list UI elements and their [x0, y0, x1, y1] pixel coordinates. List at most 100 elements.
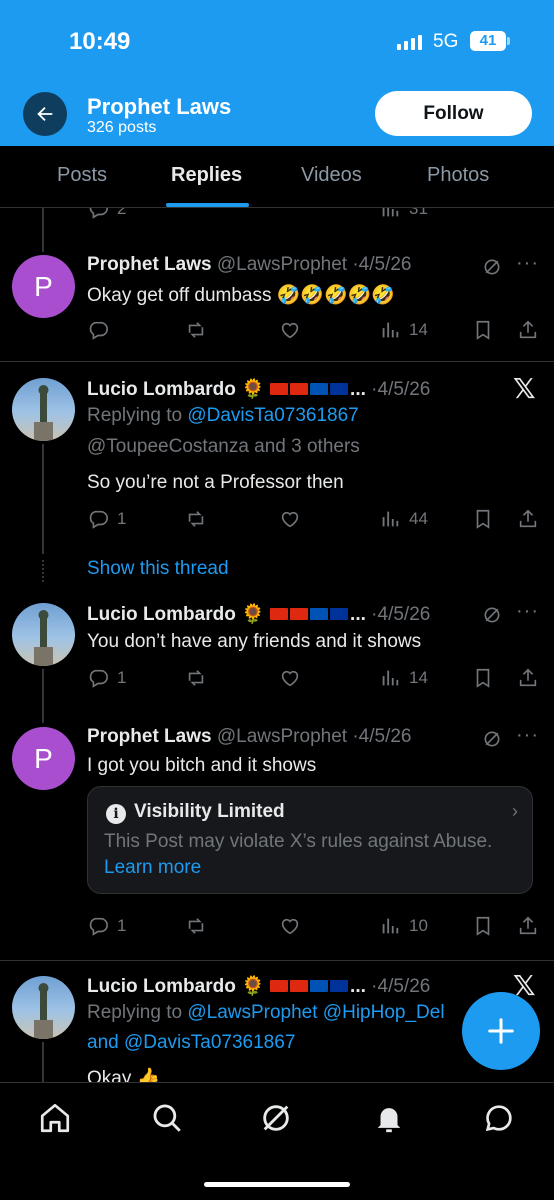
views-button[interactable]: 31 — [379, 208, 428, 220]
repost-button[interactable] — [185, 667, 207, 689]
grok-icon[interactable] — [482, 605, 502, 625]
mention-link[interactable]: @DavisTa07361867 — [187, 405, 358, 426]
share-icon — [519, 916, 537, 935]
like-button[interactable] — [279, 667, 301, 689]
bookmark-button[interactable] — [472, 508, 494, 530]
bookmark-button[interactable] — [472, 667, 494, 689]
reply-button[interactable] — [87, 319, 109, 341]
x-logo-icon: 𝕏 — [513, 373, 536, 404]
follow-button[interactable]: Follow — [375, 91, 532, 136]
tweet-date[interactable]: 4/5/26 — [378, 604, 431, 625]
views-button[interactable]: 14 — [379, 319, 428, 341]
bookmark-button[interactable] — [472, 319, 494, 341]
reply-button[interactable]: 1 — [87, 508, 126, 530]
author-handle[interactable]: @LawsProphet — [217, 254, 347, 275]
share-button[interactable] — [517, 667, 539, 689]
tweet-actions: 1 44 — [87, 508, 542, 532]
reply-icon — [89, 917, 108, 936]
replies-feed[interactable]: 2 31 P Prophet Laws @LawsProphet ·4/5/26… — [0, 208, 554, 1082]
reply-count: 1 — [117, 668, 127, 687]
search-icon[interactable] — [150, 1101, 184, 1135]
tweet-text: Okay get off dumbass 🤣🤣🤣🤣🤣 — [87, 285, 396, 306]
author-handle[interactable]: @LawsProphet — [217, 726, 347, 747]
avatar[interactable] — [12, 378, 75, 441]
reply-button[interactable]: 1 — [87, 667, 126, 689]
replying-prefix: Replying to — [87, 405, 183, 426]
repost-button[interactable] — [185, 319, 207, 341]
tweet-actions: 1 14 — [87, 667, 542, 691]
more-options-icon[interactable]: ··· — [516, 724, 539, 747]
tab-videos[interactable]: Videos — [301, 164, 362, 187]
reply-button[interactable]: 1 — [87, 915, 126, 937]
grok-icon[interactable] — [482, 729, 502, 749]
thread-line — [42, 208, 44, 252]
author-name[interactable]: Lucio Lombardo 🌻 — [87, 604, 265, 625]
view-count: 44 — [409, 509, 428, 528]
messages-icon[interactable] — [482, 1101, 516, 1135]
notifications-icon[interactable] — [372, 1101, 406, 1135]
share-icon — [519, 320, 537, 339]
battery-tip — [507, 37, 510, 45]
visibility-limited-notice[interactable]: i Visibility Limited › This Post may vio… — [87, 786, 533, 894]
thread-dots — [42, 560, 44, 582]
tab-posts[interactable]: Posts — [57, 164, 107, 187]
show-thread-link[interactable]: Show this thread — [87, 558, 229, 580]
learn-more-link[interactable]: Learn more — [104, 857, 201, 878]
share-button[interactable] — [517, 508, 539, 530]
more-options-icon[interactable]: ··· — [516, 252, 539, 275]
tab-photos[interactable]: Photos — [427, 164, 489, 187]
grok-icon[interactable] — [259, 1101, 293, 1135]
repost-icon — [188, 511, 204, 527]
author-name[interactable]: Lucio Lombardo 🌻 — [87, 976, 265, 997]
like-button[interactable] — [279, 508, 301, 530]
mention-link[interactable]: @ToupeeCostanza and 3 others — [87, 436, 360, 458]
more-options-icon[interactable]: ··· — [516, 600, 539, 623]
tweet-header: Lucio Lombardo 🌻 ... ·4/5/26 — [87, 377, 430, 401]
bookmark-button[interactable] — [472, 915, 494, 937]
avatar[interactable] — [12, 976, 75, 1039]
avatar[interactable] — [12, 603, 75, 666]
mention-link[interactable]: @DavisTa07361867 — [124, 1032, 295, 1053]
compose-post-button[interactable] — [462, 992, 540, 1070]
views-button[interactable]: 10 — [379, 915, 428, 937]
home-icon[interactable] — [38, 1101, 72, 1135]
reply-icon — [89, 510, 108, 529]
grok-icon[interactable] — [482, 257, 502, 277]
heart-icon — [281, 511, 299, 528]
repost-button[interactable] — [185, 915, 207, 937]
visibility-title: Visibility Limited — [134, 801, 285, 822]
tweet-text: You don’t have any friends and it shows — [87, 631, 422, 652]
reply-icon — [89, 321, 108, 340]
views-button[interactable]: 44 — [379, 508, 428, 530]
reply-count: 1 — [117, 509, 127, 528]
views-icon — [382, 511, 399, 527]
author-name[interactable]: Prophet Laws — [87, 254, 212, 275]
chevron-right-icon: › — [512, 801, 518, 821]
view-count: 31 — [409, 208, 428, 218]
tweet-date[interactable]: 4/5/26 — [359, 726, 412, 747]
tweet-date[interactable]: 4/5/26 — [359, 254, 412, 275]
author-name[interactable]: Lucio Lombardo 🌻 — [87, 379, 265, 400]
views-icon — [382, 918, 399, 934]
view-count: 10 — [409, 916, 428, 935]
active-tab-indicator — [166, 203, 249, 207]
share-button[interactable] — [517, 319, 539, 341]
avatar[interactable]: P — [12, 255, 75, 318]
reply-button[interactable]: 2 — [87, 208, 126, 220]
tweet-date[interactable]: 4/5/26 — [378, 379, 431, 400]
tab-replies[interactable]: Replies — [171, 164, 242, 187]
home-indicator — [204, 1182, 350, 1187]
replying-to: Replying to @LawsProphet @HipHop_Del — [87, 1002, 445, 1024]
repost-button[interactable] — [185, 508, 207, 530]
author-name[interactable]: Prophet Laws — [87, 726, 212, 747]
mention-link[interactable]: @LawsProphet @HipHop_Del — [187, 1002, 444, 1023]
tweet-header: Lucio Lombardo 🌻 ... ·4/5/26 — [87, 602, 430, 626]
avatar[interactable]: P — [12, 727, 75, 790]
tweet-header: Prophet Laws @LawsProphet ·4/5/26 — [87, 254, 412, 276]
views-button[interactable]: 14 — [379, 667, 428, 689]
back-button[interactable] — [23, 92, 67, 136]
tweet-date[interactable]: 4/5/26 — [378, 976, 431, 997]
like-button[interactable] — [279, 915, 301, 937]
like-button[interactable] — [279, 319, 301, 341]
share-button[interactable] — [517, 915, 539, 937]
